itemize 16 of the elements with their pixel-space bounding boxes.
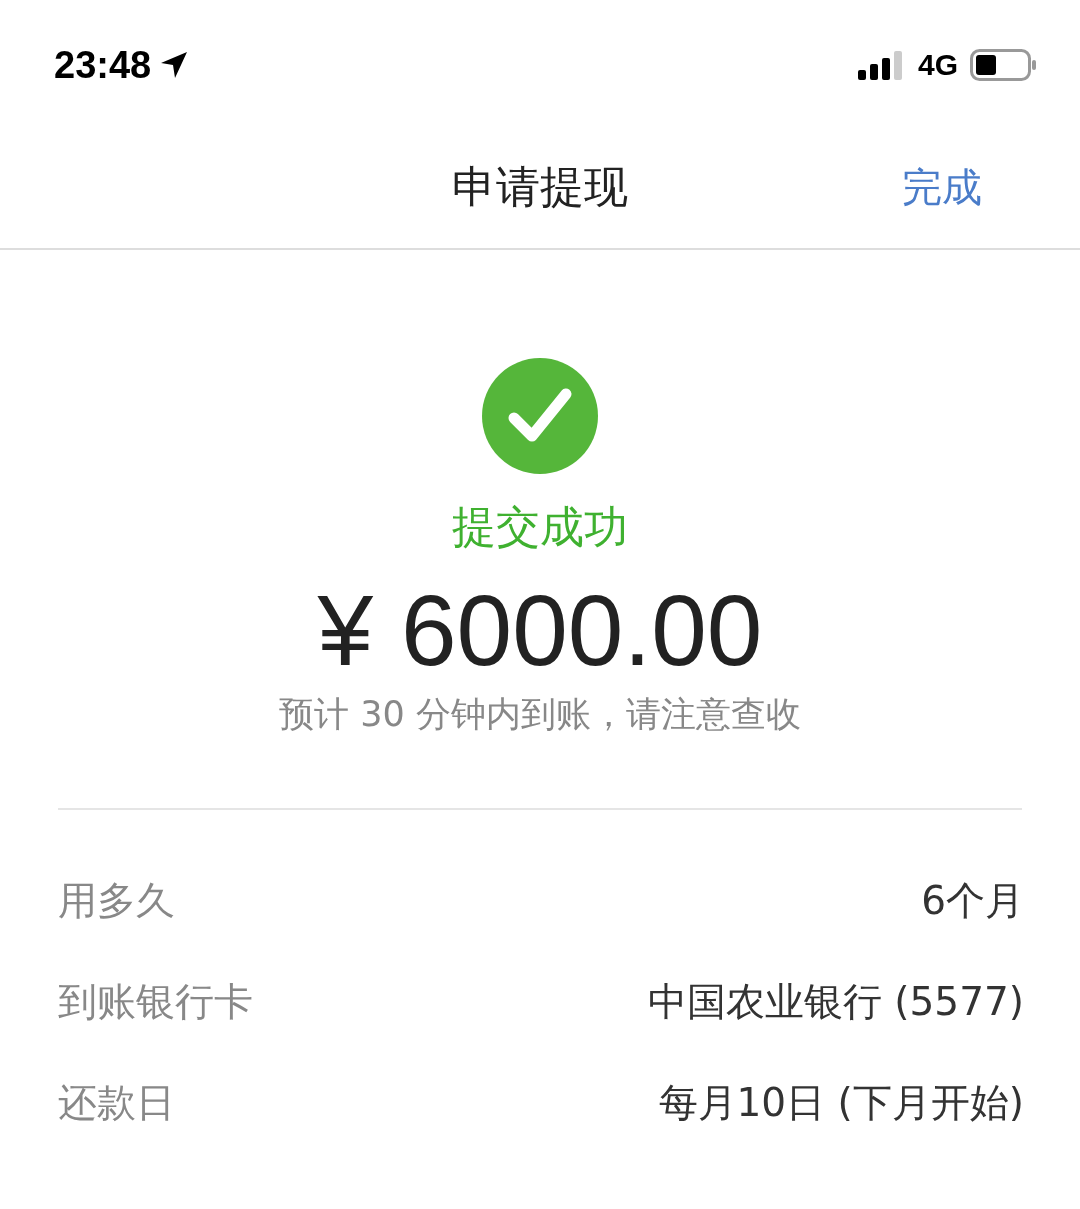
detail-value: 每月10日 (下月开始) xyxy=(658,1078,1024,1127)
clock-time: 23:48 xyxy=(54,43,152,87)
page-title: 申请提现 xyxy=(452,160,628,214)
detail-label: 还款日 xyxy=(58,1078,175,1127)
battery-icon xyxy=(970,49,1038,81)
location-arrow-icon xyxy=(159,50,190,80)
done-button[interactable]: 完成 xyxy=(902,160,982,215)
detail-value: 中国农业银行 (5577) xyxy=(647,977,1024,1026)
amount-text: ¥ 6000.00 xyxy=(317,575,763,685)
detail-label: 用多久 xyxy=(58,876,175,925)
arrival-note: 预计 30 分钟内到账，请注意查收 xyxy=(279,693,801,736)
status-text: 提交成功 xyxy=(452,500,628,554)
success-check-icon xyxy=(482,358,598,474)
detail-value: 6个月 xyxy=(921,876,1024,925)
detail-label: 到账银行卡 xyxy=(58,977,253,1026)
network-label: 4G xyxy=(917,48,958,82)
